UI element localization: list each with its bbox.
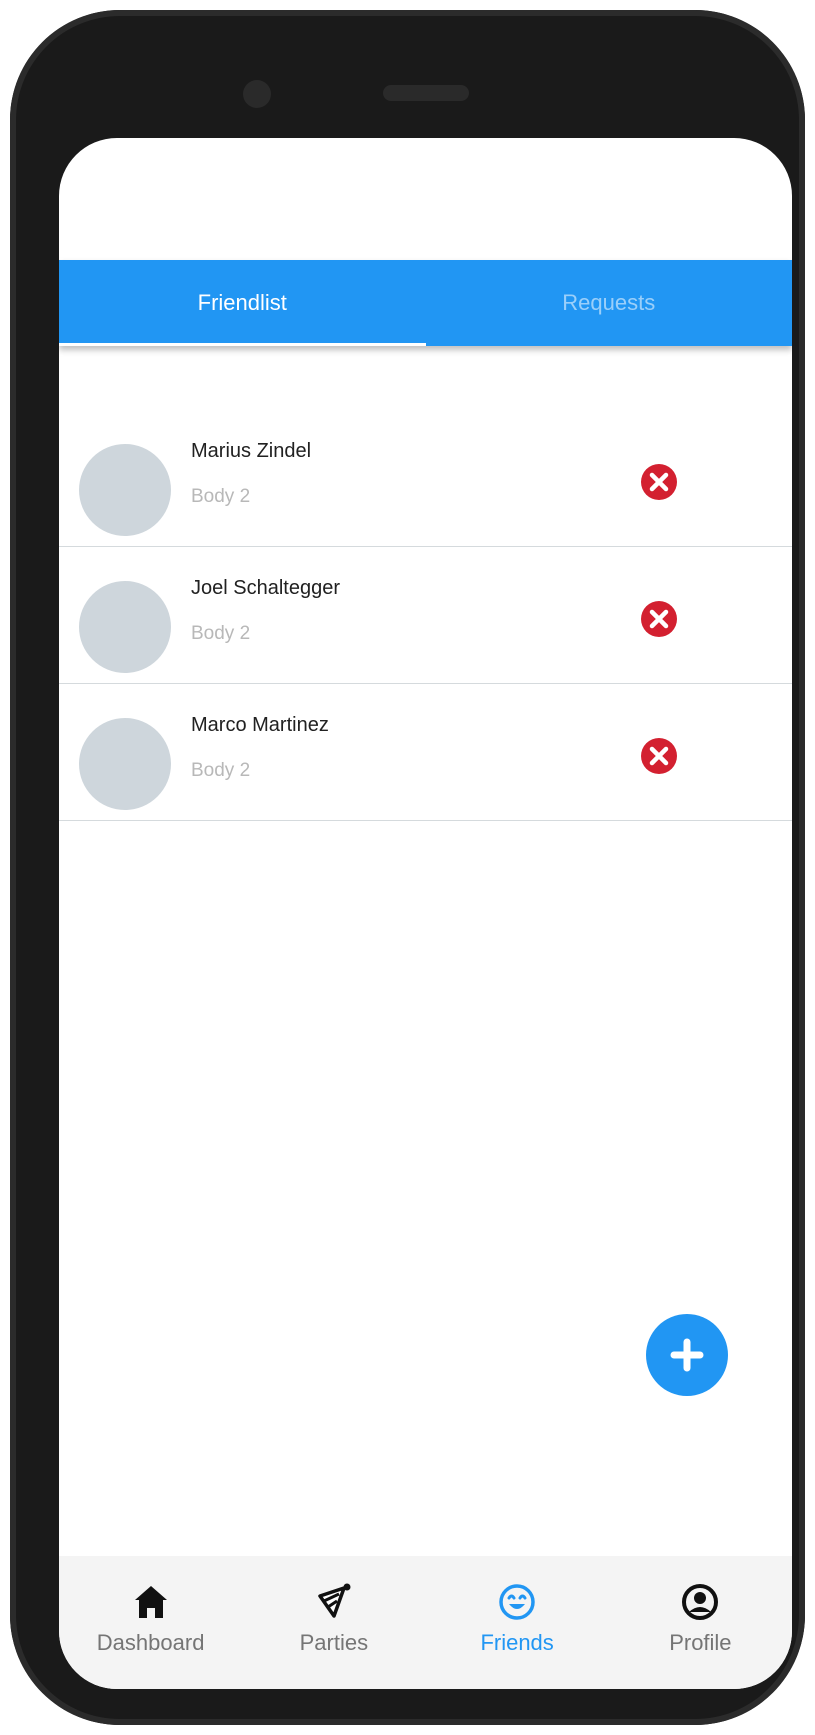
home-icon: [131, 1582, 171, 1622]
tab-requests-label: Requests: [562, 290, 656, 315]
nav-parties[interactable]: Parties: [242, 1556, 425, 1689]
friend-subtitle: Body 2: [191, 623, 251, 644]
earpiece-speaker: [383, 85, 469, 101]
nav-dashboard-label: Dashboard: [96, 1630, 205, 1655]
tab-requests[interactable]: Requests: [426, 260, 793, 346]
nav-profile-label: Profile: [669, 1630, 732, 1655]
friend-name: Marius Zindel: [191, 440, 312, 462]
avatar: [79, 444, 171, 536]
nav-profile[interactable]: Profile: [609, 1556, 792, 1689]
nav-parties-label: Parties: [299, 1630, 369, 1655]
friend-subtitle: Body 2: [191, 486, 251, 507]
smiley-icon: [497, 1582, 537, 1622]
list-item[interactable]: Joel Schaltegger Body 2: [59, 547, 792, 684]
list-item[interactable]: Marius Zindel Body 2: [59, 410, 792, 547]
party-hat-icon: [314, 1582, 354, 1622]
app-screen: Friendlist Requests Marius Zindel Body 2…: [59, 138, 792, 1689]
front-camera: [243, 80, 271, 108]
nav-friends[interactable]: Friends: [426, 1556, 609, 1689]
remove-friend-icon[interactable]: [639, 462, 679, 502]
list-item[interactable]: Marco Martinez Body 2: [59, 684, 792, 821]
plus-icon: [670, 1338, 704, 1372]
remove-friend-icon[interactable]: [639, 599, 679, 639]
avatar: [79, 581, 171, 673]
add-friend-button[interactable]: [646, 1314, 728, 1396]
tab-bar: Friendlist Requests: [59, 260, 792, 346]
nav-friends-label: Friends: [480, 1630, 554, 1655]
friend-name: Joel Schaltegger: [191, 577, 340, 599]
bottom-navigation: Dashboard Parties Friends Profile: [59, 1556, 792, 1689]
avatar: [79, 718, 171, 810]
account-circle-icon: [680, 1582, 720, 1622]
tab-friendlist-label: Friendlist: [197, 290, 287, 315]
phone-frame: Friendlist Requests Marius Zindel Body 2…: [10, 10, 805, 1725]
friend-list: Marius Zindel Body 2 Joel Schaltegger Bo…: [59, 410, 792, 821]
friend-subtitle: Body 2: [191, 760, 251, 781]
remove-friend-icon[interactable]: [639, 736, 679, 776]
nav-dashboard[interactable]: Dashboard: [59, 1556, 242, 1689]
friend-name: Marco Martinez: [191, 714, 329, 736]
tab-friendlist[interactable]: Friendlist: [59, 260, 426, 346]
